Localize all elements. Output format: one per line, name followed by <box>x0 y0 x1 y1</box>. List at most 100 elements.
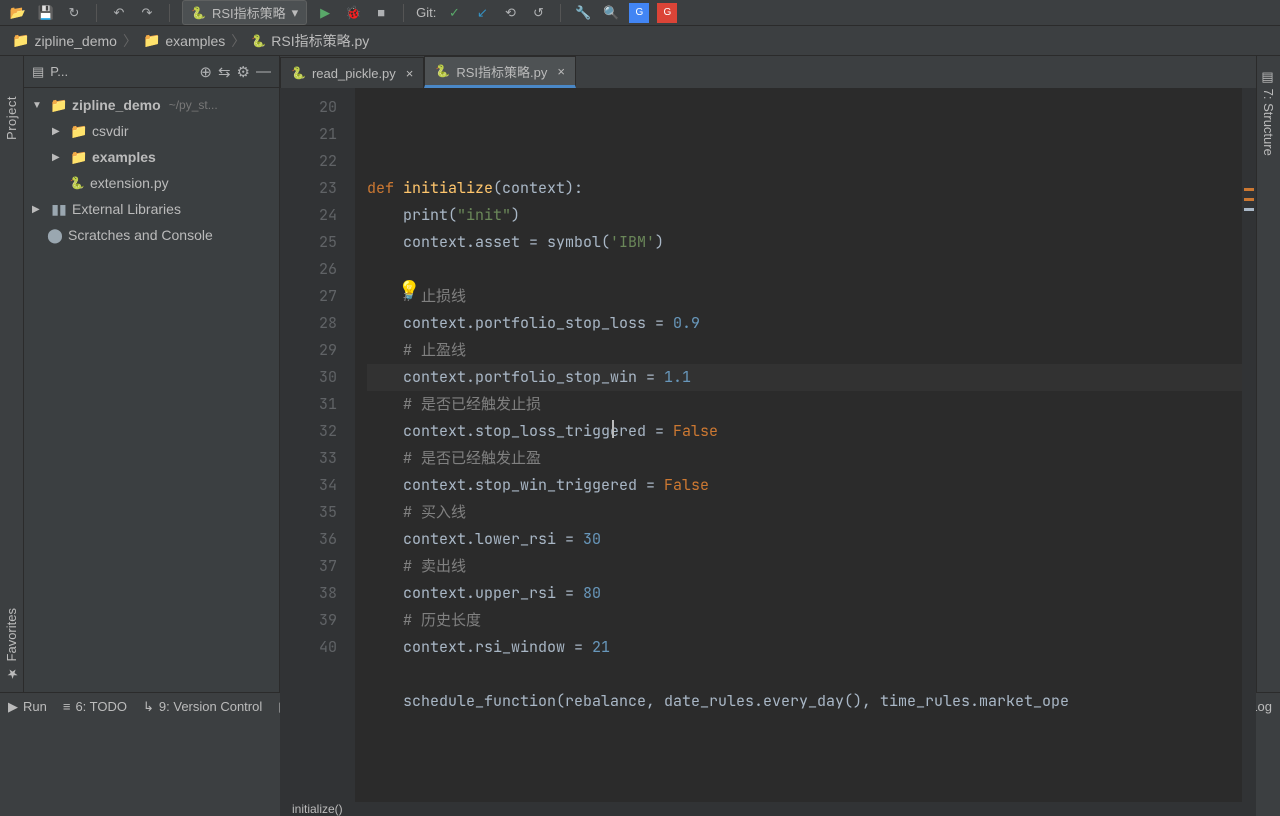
todo-tool-button[interactable]: ≡ 6: TODO <box>63 699 127 714</box>
run-icon[interactable]: ▶ <box>315 3 335 23</box>
run-config-name: RSI指标策略 <box>212 3 286 22</box>
code-line[interactable]: # 卖出线 <box>367 553 1244 580</box>
project-tree: ▼ 📁 zipline_demo ~/py_st... ▶ 📁 csvdir ▶… <box>24 88 279 692</box>
breadcrumb-bar: 📁 zipline_demo 〉 📁 examples 〉 🐍 RSI指标策略.… <box>0 26 1280 56</box>
code-line[interactable]: # 止损线 <box>367 283 1244 310</box>
code-line[interactable]: # 买入线 <box>367 499 1244 526</box>
python-icon: 🐍 <box>191 6 206 20</box>
chevron-down-icon: ▾ <box>292 5 299 21</box>
folder-icon: 📁 <box>70 149 88 166</box>
translate-alt-icon[interactable]: G <box>657 3 677 23</box>
code-line[interactable]: # 止盈线 <box>367 337 1244 364</box>
collapse-icon[interactable]: ⇆ <box>218 63 231 81</box>
folder-icon: 📁 <box>12 32 29 49</box>
code-line[interactable]: def initialize(context): <box>367 175 1244 202</box>
run-config-selector[interactable]: 🐍 RSI指标策略 ▾ <box>182 0 307 25</box>
code-line[interactable]: context.stop_loss_triggered = False <box>367 418 1244 445</box>
code-editor[interactable]: 2021222324252627282930313233343536373839… <box>280 88 1256 802</box>
refresh-icon[interactable]: ↻ <box>64 3 84 23</box>
translate-icon[interactable]: G <box>629 3 649 23</box>
breadcrumb-file[interactable]: 🐍 RSI指标策略.py <box>251 31 369 51</box>
scratch-icon: ⬤ <box>46 227 64 244</box>
text-cursor <box>612 420 614 438</box>
code-line[interactable]: context.portfolio_stop_loss = 0.9 <box>367 310 1244 337</box>
code-breadcrumb[interactable]: initialize() <box>280 802 1256 816</box>
code-line[interactable] <box>367 715 1244 742</box>
run-tool-button[interactable]: ▶ Run <box>8 699 47 715</box>
locate-icon[interactable]: ⊕ <box>199 63 212 81</box>
left-side-stripe: Project <box>0 56 24 692</box>
git-label: Git: <box>416 5 436 20</box>
python-icon: 🐍 <box>251 34 266 48</box>
git-history-icon[interactable]: ⟲ <box>500 3 520 23</box>
gear-icon[interactable]: ⚙ <box>237 63 250 81</box>
project-panel-title[interactable]: P... <box>50 64 193 79</box>
python-icon: 🐍 <box>68 176 86 190</box>
hide-icon[interactable]: — <box>256 63 271 80</box>
tree-scratches[interactable]: ⬤ Scratches and Console <box>24 222 279 248</box>
collapse-arrow-icon[interactable]: ▶ <box>52 126 66 137</box>
code-line[interactable]: context.portfolio_stop_win = 1.1 <box>367 364 1244 391</box>
line-gutter: 2021222324252627282930313233343536373839… <box>280 88 355 802</box>
code-line[interactable] <box>367 661 1244 688</box>
code-line[interactable]: print("init") <box>367 202 1244 229</box>
folder-icon: 📁 <box>143 32 160 49</box>
tree-folder-examples[interactable]: ▶ 📁 examples <box>24 144 279 170</box>
code-line[interactable]: context.lower_rsi = 30 <box>367 526 1244 553</box>
tree-external-libraries[interactable]: ▶ ▮▮ External Libraries <box>24 196 279 222</box>
tab-rsi-strategy[interactable]: 🐍 RSI指标策略.py × <box>424 56 576 88</box>
branch-icon: ↳ <box>143 699 154 715</box>
search-icon[interactable]: 🔍 <box>601 3 621 23</box>
code-line[interactable]: # 历史长度 <box>367 607 1244 634</box>
code-line[interactable]: context.rsi_window = 21 <box>367 634 1244 661</box>
code-line[interactable]: context.asset = symbol('IBM') <box>367 229 1244 256</box>
collapse-arrow-icon[interactable]: ▶ <box>52 152 66 163</box>
breadcrumb-sep: 〉 <box>231 31 245 51</box>
editor-tabs: 🐍 read_pickle.py × 🐍 RSI指标策略.py × <box>280 56 1256 88</box>
project-panel: ▤ P... ⊕ ⇆ ⚙ — ▼ 📁 zipline_demo ~/py_st.… <box>24 56 280 692</box>
redo-icon[interactable]: ↷ <box>137 3 157 23</box>
code-line[interactable]: schedule_function(rebalance, date_rules.… <box>367 688 1244 715</box>
git-update-icon[interactable]: ↙ <box>472 3 492 23</box>
project-panel-header: ▤ P... ⊕ ⇆ ⚙ — <box>24 56 279 88</box>
open-icon[interactable]: 📂 <box>8 3 28 23</box>
breadcrumb-folder[interactable]: 📁 examples <box>143 32 225 49</box>
code-content[interactable]: def initialize(context): print("init") c… <box>355 88 1256 802</box>
close-icon[interactable]: × <box>402 66 414 81</box>
tree-root[interactable]: ▼ 📁 zipline_demo ~/py_st... <box>24 92 279 118</box>
code-line[interactable]: context.stop_win_triggered = False <box>367 472 1244 499</box>
project-view-icon: ▤ <box>32 64 44 80</box>
git-revert-icon[interactable]: ↺ <box>528 3 548 23</box>
python-icon: 🐍 <box>291 66 306 80</box>
structure-tab-label[interactable]: ▤ 7: Structure <box>1261 70 1276 156</box>
favorites-tab-label[interactable]: ★Favorites <box>4 608 19 680</box>
code-line[interactable]: # 是否已经触发止损 <box>367 391 1244 418</box>
main-toolbar: 📂 💾 ↻ ↶ ↷ 🐍 RSI指标策略 ▾ ▶ 🐞 ■ Git: ✓ ↙ ⟲ ↺… <box>0 0 1280 26</box>
code-line[interactable]: # 是否已经触发止盈 <box>367 445 1244 472</box>
intention-bulb-icon[interactable]: 💡 <box>398 280 420 301</box>
folder-icon: 📁 <box>70 123 88 140</box>
undo-icon[interactable]: ↶ <box>109 3 129 23</box>
collapse-arrow-icon[interactable]: ▶ <box>32 204 46 215</box>
vcs-tool-button[interactable]: ↳ 9: Version Control <box>143 699 262 715</box>
tree-folder-csvdir[interactable]: ▶ 📁 csvdir <box>24 118 279 144</box>
breadcrumb-sep: 〉 <box>123 31 137 51</box>
code-line[interactable]: context.upper_rsi = 80 <box>367 580 1244 607</box>
editor-scrollbar[interactable] <box>1242 88 1256 802</box>
tab-read-pickle[interactable]: 🐍 read_pickle.py × <box>280 57 424 88</box>
settings-icon[interactable]: 🔧 <box>573 3 593 23</box>
debug-icon[interactable]: 🐞 <box>343 3 363 23</box>
breadcrumb-root[interactable]: 📁 zipline_demo <box>12 32 117 49</box>
tree-file-extension[interactable]: 🐍 extension.py <box>24 170 279 196</box>
close-icon[interactable]: × <box>553 64 565 79</box>
editor-area: 🐍 read_pickle.py × 🐍 RSI指标策略.py × 202122… <box>280 56 1256 692</box>
library-icon: ▮▮ <box>50 201 68 218</box>
git-commit-icon[interactable]: ✓ <box>444 3 464 23</box>
folder-icon: 📁 <box>50 97 68 114</box>
code-line[interactable] <box>367 256 1244 283</box>
save-icon[interactable]: 💾 <box>36 3 56 23</box>
stop-icon[interactable]: ■ <box>371 3 391 23</box>
expand-arrow-icon[interactable]: ▼ <box>32 100 46 111</box>
play-icon: ▶ <box>8 699 18 715</box>
project-tab-label[interactable]: Project <box>4 96 19 140</box>
